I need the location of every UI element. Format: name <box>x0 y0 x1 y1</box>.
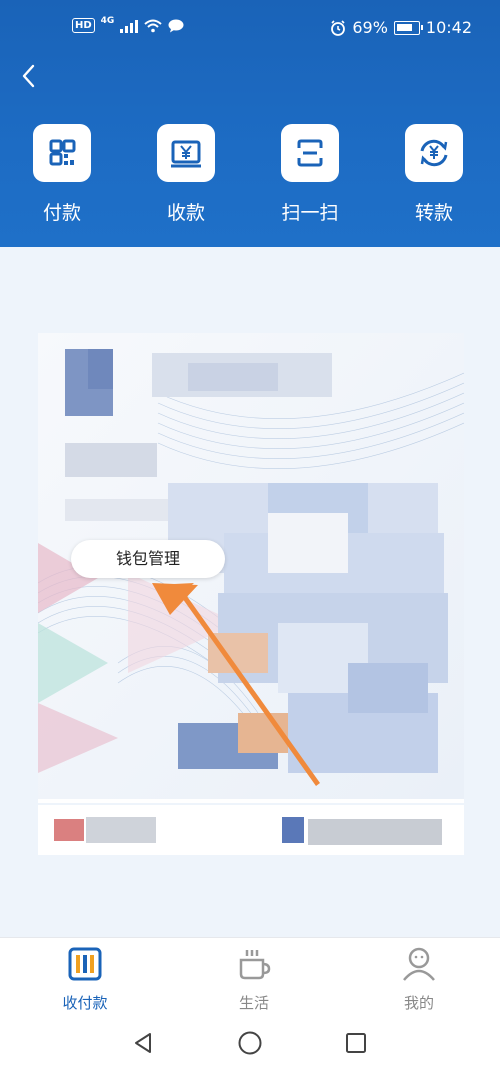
pay-receive-icon <box>68 947 102 981</box>
system-navigation-bar <box>0 1017 500 1069</box>
scan-label: 扫一扫 <box>281 202 339 224</box>
network-type: 4G <box>100 15 115 26</box>
home-circle-icon[interactable] <box>237 1030 263 1056</box>
quick-actions: 付款 收款 扫一扫 转款 <box>0 124 500 224</box>
yuan-receipt-icon <box>157 124 215 182</box>
status-bar: HD 4G 69% 10:42 <box>0 0 500 58</box>
cup-icon <box>239 950 271 980</box>
status-right: 69% 10:42 <box>330 18 472 37</box>
nav-pay-receive[interactable]: 收付款 <box>35 946 135 1013</box>
qr-grid-icon <box>33 124 91 182</box>
wifi-icon <box>144 19 162 32</box>
status-left: HD 4G <box>72 15 184 33</box>
person-icon <box>403 947 435 981</box>
back-button[interactable] <box>18 62 46 90</box>
card-logo-icon <box>282 817 304 843</box>
transfer-yuan-icon <box>405 124 463 182</box>
alarm-icon <box>331 19 346 36</box>
battery-percent: 69% <box>352 18 388 37</box>
scan-action-button[interactable]: 扫一扫 <box>260 124 360 225</box>
nav-pay-receive-label: 收付款 <box>62 994 108 1012</box>
bottom-navigation: 收付款 生活 我的 <box>0 937 500 1017</box>
card-footer-row <box>38 805 464 855</box>
signal-icon <box>120 19 139 33</box>
nav-life-label: 生活 <box>238 994 269 1012</box>
transfer-label: 转款 <box>414 202 453 224</box>
pay-action-button[interactable]: 付款 <box>12 124 112 225</box>
card-number-blur <box>308 819 442 845</box>
chevron-left-icon <box>22 64 35 88</box>
nav-mine-label: 我的 <box>403 994 434 1012</box>
scan-icon <box>281 124 339 182</box>
receive-action-button[interactable]: 收款 <box>136 124 236 225</box>
bank-name-blur <box>86 817 156 843</box>
hd-badge: HD <box>72 18 95 33</box>
transfer-action-button[interactable]: 转款 <box>384 124 484 225</box>
battery-icon <box>393 20 423 35</box>
back-triangle-icon[interactable] <box>131 1031 155 1055</box>
pointer-arrow-annotation <box>152 583 320 786</box>
clock: 10:42 <box>425 18 472 37</box>
wallet-card[interactable]: 钱包管理 <box>38 333 464 803</box>
receive-label: 收款 <box>166 202 205 224</box>
app-header: HD 4G 69% 10:42 付款 收款 扫一扫 转款 <box>0 0 500 247</box>
message-icon <box>168 19 184 32</box>
bank-logo-icon <box>54 819 84 841</box>
pay-label: 付款 <box>42 202 81 224</box>
recents-square-icon[interactable] <box>344 1031 368 1055</box>
nav-mine[interactable]: 我的 <box>369 946 469 1013</box>
nav-life[interactable]: 生活 <box>204 946 304 1013</box>
